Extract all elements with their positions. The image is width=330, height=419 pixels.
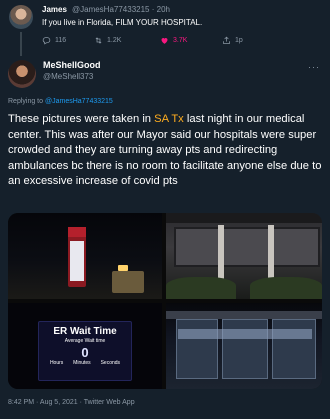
highlighted-location: SA Tx [154, 113, 184, 125]
replying-to-link[interactable]: @JamesHa77433215 [45, 98, 113, 105]
bush-shape [250, 277, 322, 299]
share-icon [223, 36, 230, 44]
author-handle[interactable]: @MeShell373 [43, 72, 93, 81]
more-options-icon[interactable]: ··· [308, 62, 320, 72]
heart-icon [161, 38, 168, 44]
author-name[interactable]: MeShellGood [43, 60, 101, 70]
thread-connector-line [20, 32, 22, 56]
er-wait-value: 0 [81, 345, 89, 360]
er-wait-time-display: ER Wait Time Average Wait time 0 Hours M… [38, 321, 132, 381]
pillar-shape [218, 225, 224, 281]
glass-panel-shape [222, 319, 268, 379]
glass-panel-shape [176, 319, 218, 379]
tweet-text: These pictures were taken in SA Tx last … [8, 113, 322, 187]
replying-to: Replying to @JamesHa77433215 [8, 98, 113, 105]
tweet-timestamp[interactable]: 8:42 PM · Aug 5, 2021 · Twitter Web App [8, 399, 135, 406]
window-shape [272, 227, 320, 267]
er-subtitle: Average Wait time [64, 338, 106, 344]
avatar-meshellgood[interactable] [8, 60, 36, 88]
interior-light-shape [178, 329, 312, 339]
sign-top-shape [68, 227, 86, 237]
window-shape [174, 227, 220, 267]
window-shape [222, 227, 270, 267]
canopy-shape [166, 311, 322, 319]
share-button[interactable]: 1p [222, 36, 243, 45]
photo-er-wait-sign[interactable]: ER Wait Time Average Wait time 0 Hours M… [8, 303, 162, 389]
er-units: Hours Minutes Seconds [49, 360, 121, 366]
parent-tweet[interactable]: James @JamesHa77433215 · 20h If you live… [0, 0, 330, 56]
retweet-icon [95, 37, 102, 44]
vehicle-shape [112, 271, 144, 293]
photo-glass-entrance[interactable] [166, 303, 322, 389]
parent-author-name[interactable]: James [42, 5, 67, 14]
bush-shape [166, 277, 236, 299]
reply-icon [42, 37, 51, 45]
sign-face-shape [70, 241, 84, 281]
like-button[interactable]: 3.7K [160, 36, 187, 45]
photo-emergency-sign[interactable] [8, 213, 162, 299]
avatar-james[interactable] [9, 5, 33, 29]
reply-button[interactable]: 116 [42, 36, 66, 45]
roof-shape [166, 213, 322, 223]
retweet-button[interactable]: 1.2K [94, 36, 121, 45]
parent-action-bar: 116 1.2K 3.7K 1p [42, 36, 282, 48]
er-title: ER Wait Time [53, 326, 117, 337]
pillar-shape [268, 225, 274, 281]
glass-panel-shape [272, 319, 316, 379]
parent-author-handle[interactable]: @JamesHa77433215 · 20h [72, 5, 170, 14]
photo-hospital-exterior[interactable] [166, 213, 322, 299]
media-grid: ER Wait Time Average Wait time 0 Hours M… [8, 213, 322, 389]
parent-tweet-text: If you live in Florida, FILM YOUR HOSPIT… [42, 18, 203, 27]
